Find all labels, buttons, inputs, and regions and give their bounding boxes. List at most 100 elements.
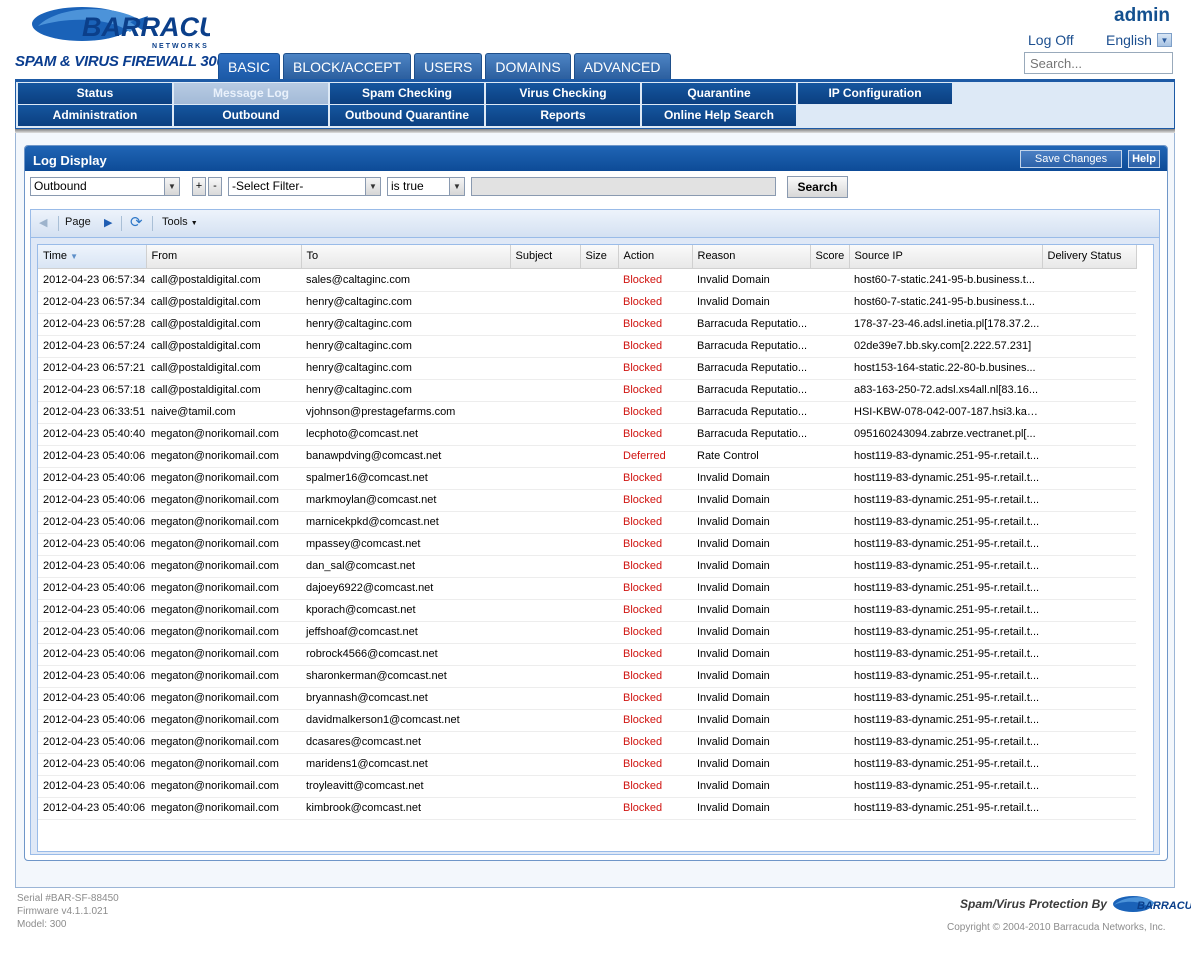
table-row[interactable]: 2012-04-23 05:40:06 megaton@norikomail.co… [38,445,1136,468]
table-row[interactable]: 2012-04-23 05:40:06 megaton@norikomail.co… [38,621,1136,644]
table-row[interactable]: 2012-04-23 05:40:40 megaton@norikomail.co… [38,423,1136,446]
column-header-delivery-status[interactable]: Delivery Status [1042,245,1137,269]
cell-time: 2012-04-23 05:40:06 [38,797,146,820]
condition-select[interactable]: is true ▼ [387,177,465,196]
cell-subject [510,775,580,798]
tab-domains[interactable]: DOMAINS [485,53,571,79]
cell-score [810,577,849,600]
filter-value-input[interactable] [471,177,776,196]
table-row[interactable]: 2012-04-23 06:57:28 call@postaldigital.co… [38,313,1136,336]
next-page-icon[interactable]: ▶ [104,216,112,229]
cell-action: Blocked [618,643,692,666]
cell-delivery-status [1042,423,1136,446]
table-row[interactable]: 2012-04-23 06:57:34 call@postaldigital.co… [38,291,1136,314]
column-header-reason[interactable]: Reason [692,245,811,269]
table-row[interactable]: 2012-04-23 05:40:06 megaton@norikomail.co… [38,753,1136,776]
column-header-score[interactable]: Score [810,245,850,269]
table-row[interactable]: 2012-04-23 05:40:06 megaton@norikomail.co… [38,511,1136,534]
remove-filter-button[interactable]: - [208,177,222,196]
cell-from: megaton@norikomail.com [146,577,301,600]
cell-from: call@postaldigital.com [146,335,301,358]
subnav-ip-configuration[interactable]: IP Configuration [798,83,952,104]
tab-block-accept[interactable]: BLOCK/ACCEPT [283,53,412,79]
column-header-size[interactable]: Size [580,245,619,269]
cell-reason: Barracuda Reputatio... [692,401,810,424]
prev-page-icon[interactable]: ◀ [39,216,47,229]
table-row[interactable]: 2012-04-23 05:40:06 megaton@norikomail.co… [38,797,1136,820]
add-filter-button[interactable]: + [192,177,206,196]
column-header-action[interactable]: Action [618,245,693,269]
subnav-outbound[interactable]: Outbound [174,105,328,126]
cell-score [810,268,849,292]
table-row[interactable]: 2012-04-23 05:40:06 megaton@norikomail.co… [38,643,1136,666]
table-row[interactable]: 2012-04-23 05:40:06 megaton@norikomail.co… [38,467,1136,490]
cell-reason: Invalid Domain [692,467,810,490]
subnav-outbound-quarantine[interactable]: Outbound Quarantine [330,105,484,126]
cell-size [580,489,618,512]
cell-delivery-status [1042,797,1136,820]
table-row[interactable]: 2012-04-23 05:40:06 megaton@norikomail.co… [38,709,1136,732]
cell-from: megaton@norikomail.com [146,489,301,512]
cell-score [810,797,849,820]
table-row[interactable]: 2012-04-23 06:57:18 call@postaldigital.co… [38,379,1136,402]
cell-reason: Invalid Domain [692,753,810,776]
refresh-icon[interactable]: ⟳ [130,213,143,231]
logoff-link[interactable]: Log Off [1028,32,1074,48]
table-row[interactable]: 2012-04-23 05:40:06 megaton@norikomail.co… [38,665,1136,688]
cell-delivery-status [1042,379,1136,402]
cell-delivery-status [1042,467,1136,490]
subnav-reports[interactable]: Reports [486,105,640,126]
subnav-online-help-search[interactable]: Online Help Search [642,105,796,126]
copyright: Copyright © 2004-2010 Barracuda Networks… [947,922,1166,933]
table-row[interactable]: 2012-04-23 05:40:06 megaton@norikomail.co… [38,577,1136,600]
table-row[interactable]: 2012-04-23 05:40:06 megaton@norikomail.co… [38,599,1136,622]
tab-users[interactable]: USERS [414,53,483,79]
cell-from: megaton@norikomail.com [146,423,301,446]
filter-select[interactable]: -Select Filter- ▼ [228,177,381,196]
table-row[interactable]: 2012-04-23 06:57:24 call@postaldigital.co… [38,335,1136,358]
column-header-from[interactable]: From [146,245,302,269]
cell-source-ip: HSI-KBW-078-042-007-187.hsi3.kab... [849,401,1042,424]
cell-subject [510,709,580,732]
language-select[interactable]: English ▼ [1106,32,1172,48]
search-button[interactable]: Search [787,176,848,198]
help-button[interactable]: Help [1128,150,1160,168]
cell-reason: Barracuda Reputatio... [692,357,810,380]
table-row[interactable]: 2012-04-23 05:40:06 megaton@norikomail.co… [38,555,1136,578]
table-row[interactable]: 2012-04-23 06:57:34 call@postaldigital.co… [38,268,1136,292]
column-header-time[interactable]: Time ▼ [38,245,147,269]
cell-reason: Barracuda Reputatio... [692,335,810,358]
column-header-source-ip[interactable]: Source IP [849,245,1043,269]
cell-from: megaton@norikomail.com [146,797,301,820]
cell-to: henry@caltaginc.com [301,379,510,402]
cell-from: megaton@norikomail.com [146,643,301,666]
table-row[interactable]: 2012-04-23 05:40:06 megaton@norikomail.co… [38,731,1136,754]
cell-source-ip: 178-37-23-46.adsl.inetia.pl[178.37.2... [849,313,1042,336]
scope-select[interactable]: Outbound ▼ [30,177,180,196]
subnav-status[interactable]: Status [18,83,172,104]
table-row[interactable]: 2012-04-23 05:40:06 megaton@norikomail.co… [38,687,1136,710]
subnav-quarantine[interactable]: Quarantine [642,83,796,104]
cell-size [580,753,618,776]
table-row[interactable]: 2012-04-23 06:33:51 naive@tamil.com vjohns… [38,401,1136,424]
subnav-virus-checking[interactable]: Virus Checking [486,83,640,104]
subnav-administration[interactable]: Administration [18,105,172,126]
table-row[interactable]: 2012-04-23 05:40:06 megaton@norikomail.co… [38,533,1136,556]
table-row[interactable]: 2012-04-23 05:40:06 megaton@norikomail.co… [38,775,1136,798]
table-row[interactable]: 2012-04-23 06:57:21 call@postaldigital.co… [38,357,1136,380]
subnav-spam-checking[interactable]: Spam Checking [330,83,484,104]
table-row[interactable]: 2012-04-23 05:40:06 megaton@norikomail.co… [38,489,1136,512]
tab-advanced[interactable]: ADVANCED [573,53,671,79]
cell-score [810,335,849,358]
subnav-message-log[interactable]: Message Log [174,83,328,104]
column-header-to[interactable]: To [301,245,511,269]
tab-basic[interactable]: BASIC [218,53,281,79]
save-changes-button[interactable]: Save Changes [1020,150,1122,168]
search-input[interactable] [1024,52,1173,74]
tools-menu[interactable]: Tools ▼ [162,216,198,228]
cell-score [810,775,849,798]
cell-time: 2012-04-23 05:40:06 [38,731,146,754]
cell-subject [510,555,580,578]
column-header-subject[interactable]: Subject [510,245,581,269]
header: BARRACUDA NETWORKS SPAM & VIRUS FIREWALL… [0,0,1195,80]
